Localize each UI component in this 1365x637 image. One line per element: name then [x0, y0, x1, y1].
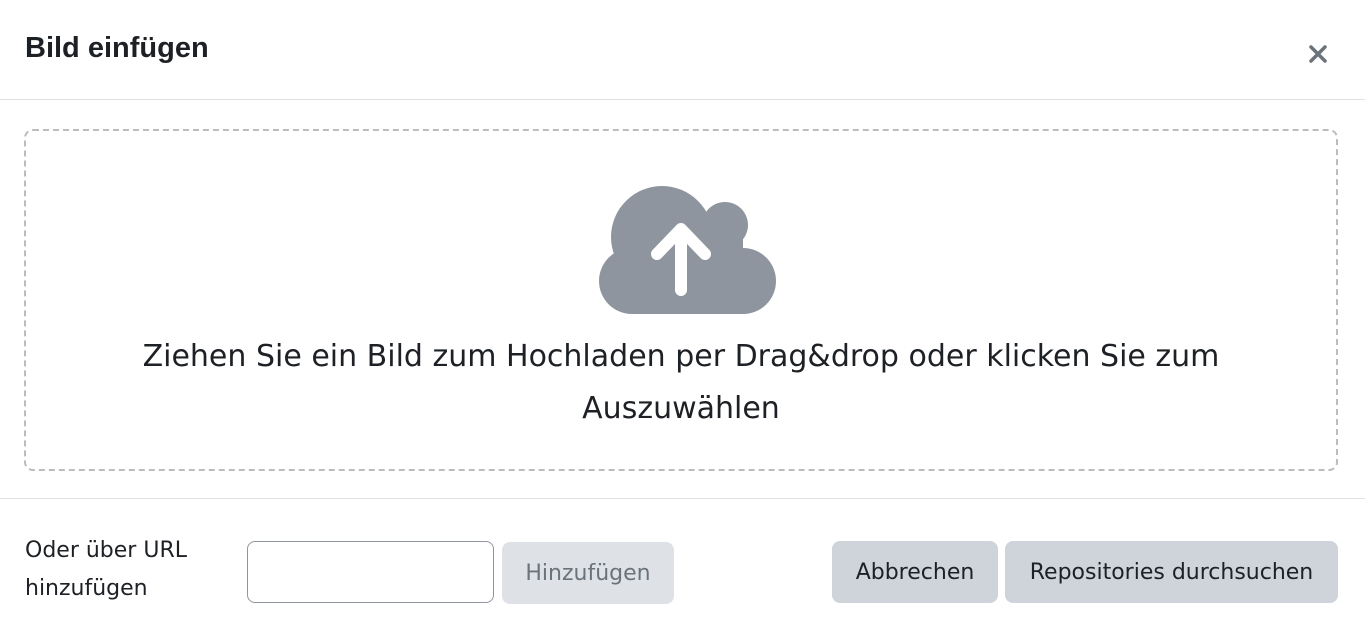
url-input[interactable] [247, 541, 494, 603]
cancel-button[interactable]: Abbrechen [832, 541, 998, 603]
close-icon [1309, 45, 1327, 63]
dropzone-instructions: Ziehen Sie ein Bild zum Hochladen per Dr… [142, 339, 1220, 426]
dialog-header: Bild einfügen [0, 0, 1365, 100]
browse-repositories-button[interactable]: Repositories durchsuchen [1005, 541, 1338, 603]
add-url-button[interactable]: Hinzufügen [502, 542, 674, 604]
dialog-title: Bild einfügen [25, 32, 209, 64]
url-label: Oder über URL hinzufügen [25, 538, 187, 601]
cloud-upload-icon [599, 186, 776, 314]
dialog-footer: Oder über URL hinzufügen Hinzufügen Abbr… [0, 500, 1365, 637]
upload-dropzone[interactable]: Ziehen Sie ein Bild zum Hochladen per Dr… [24, 129, 1338, 471]
close-button[interactable] [1300, 36, 1336, 72]
insert-image-dialog: Bild einfügen Ziehen Sie ein Bild zum Ho… [0, 0, 1365, 637]
dialog-body: Ziehen Sie ein Bild zum Hochladen per Dr… [0, 100, 1365, 499]
